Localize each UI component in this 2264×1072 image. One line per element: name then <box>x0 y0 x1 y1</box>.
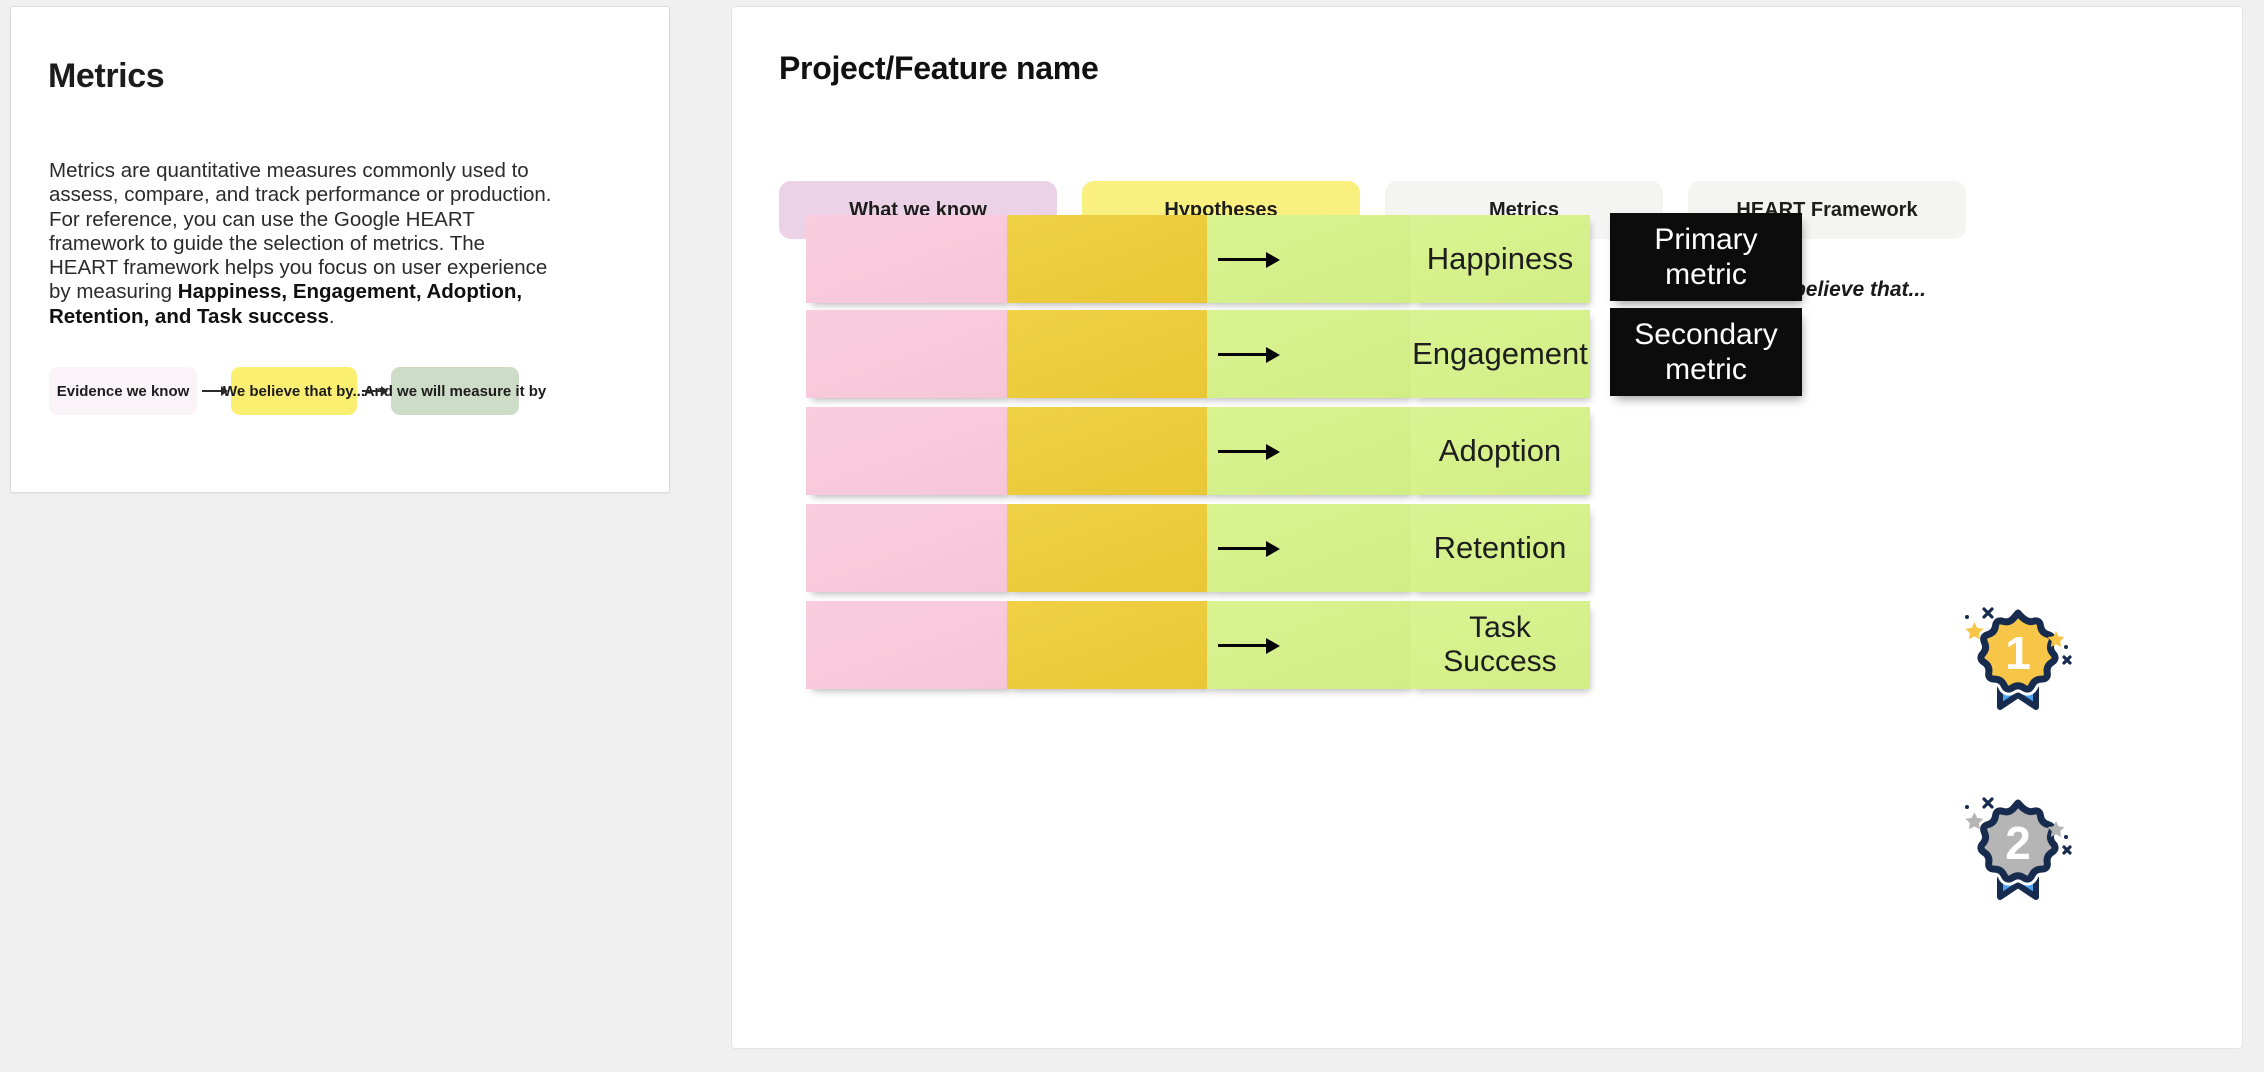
badge-secondary-metric[interactable]: Secondary metric <box>1610 308 1802 396</box>
sticky-note-hypothesis-3[interactable] <box>1007 407 1212 495</box>
sticky-note-heart-5[interactable]: Task Success <box>1410 601 1590 689</box>
sticky-note-heart-1-label: Happiness <box>1426 240 1574 276</box>
sticky-note-what-we-know-1[interactable] <box>806 215 1011 303</box>
flow-chip-evidence-label: Evidence we know <box>56 382 190 400</box>
flow-chip-measure[interactable]: And we will measure it by <box>364 367 546 415</box>
sticky-note-what-we-know-5[interactable] <box>806 601 1011 689</box>
sticky-note-heart-2[interactable]: Engagement <box>1410 310 1590 398</box>
svg-text:1: 1 <box>2005 627 2031 679</box>
flow-chip-measure-label: And we will measure it by <box>363 382 547 400</box>
arrow-right-icon <box>197 384 231 398</box>
info-paragraph: Metrics are quantitative measures common… <box>49 159 559 329</box>
arrow-right-icon <box>1218 251 1280 268</box>
sticky-note-heart-3-label: Adoption <box>1438 432 1562 468</box>
badge-primary-metric-label: Primary metric <box>1654 222 1758 291</box>
arrow-right-icon <box>1218 346 1280 363</box>
metrics-info-card: Metrics Metrics are quantitative measure… <box>10 6 670 493</box>
gold-medal-icon[interactable]: 1 <box>1956 595 2080 724</box>
sticky-note-heart-2-label: Engagement <box>1412 335 1588 371</box>
svg-text:2: 2 <box>2005 817 2031 869</box>
flow-chip-believe[interactable]: We believe that by... <box>223 367 365 415</box>
sticky-note-heart-4-label: Retention <box>1433 529 1567 565</box>
flow-legend: Evidence we know We believe that by... A… <box>49 367 546 415</box>
flow-chip-believe-label: We believe that by... <box>223 382 365 400</box>
board-title: Project/Feature name <box>779 50 1099 86</box>
sticky-note-heart-3[interactable]: Adoption <box>1410 407 1590 495</box>
sticky-note-heart-5-label: Task Success <box>1443 611 1557 678</box>
sticky-note-what-we-know-2[interactable] <box>806 310 1011 398</box>
silver-medal-icon[interactable]: 2 <box>1956 785 2080 914</box>
app-canvas: Metrics Metrics are quantitative measure… <box>0 0 2264 1072</box>
project-board-panel: Project/Feature name What we know Hypoth… <box>731 6 2243 1049</box>
arrow-right-icon <box>1218 540 1280 557</box>
sticky-note-hypothesis-5[interactable] <box>1007 601 1212 689</box>
badge-secondary-metric-label: Secondary metric <box>1634 317 1778 386</box>
sticky-note-hypothesis-1[interactable] <box>1007 215 1212 303</box>
flow-chip-evidence[interactable]: Evidence we know <box>49 367 197 415</box>
sticky-note-heart-1[interactable]: Happiness <box>1410 215 1590 303</box>
info-paragraph-suffix: . <box>328 304 335 328</box>
arrow-right-icon <box>357 384 391 398</box>
arrow-right-icon <box>1218 443 1280 460</box>
sticky-note-what-we-know-4[interactable] <box>806 504 1011 592</box>
sticky-note-hypothesis-4[interactable] <box>1007 504 1212 592</box>
page-title: Metrics <box>48 57 165 95</box>
sticky-note-heart-4[interactable]: Retention <box>1410 504 1590 592</box>
sticky-note-hypothesis-2[interactable] <box>1007 310 1212 398</box>
arrow-right-icon <box>1218 637 1280 654</box>
sticky-note-what-we-know-3[interactable] <box>806 407 1011 495</box>
badge-primary-metric[interactable]: Primary metric <box>1610 213 1802 301</box>
sticky-note-grid: Happiness Engagement Adoption Retention Task… <box>732 7 2242 1048</box>
